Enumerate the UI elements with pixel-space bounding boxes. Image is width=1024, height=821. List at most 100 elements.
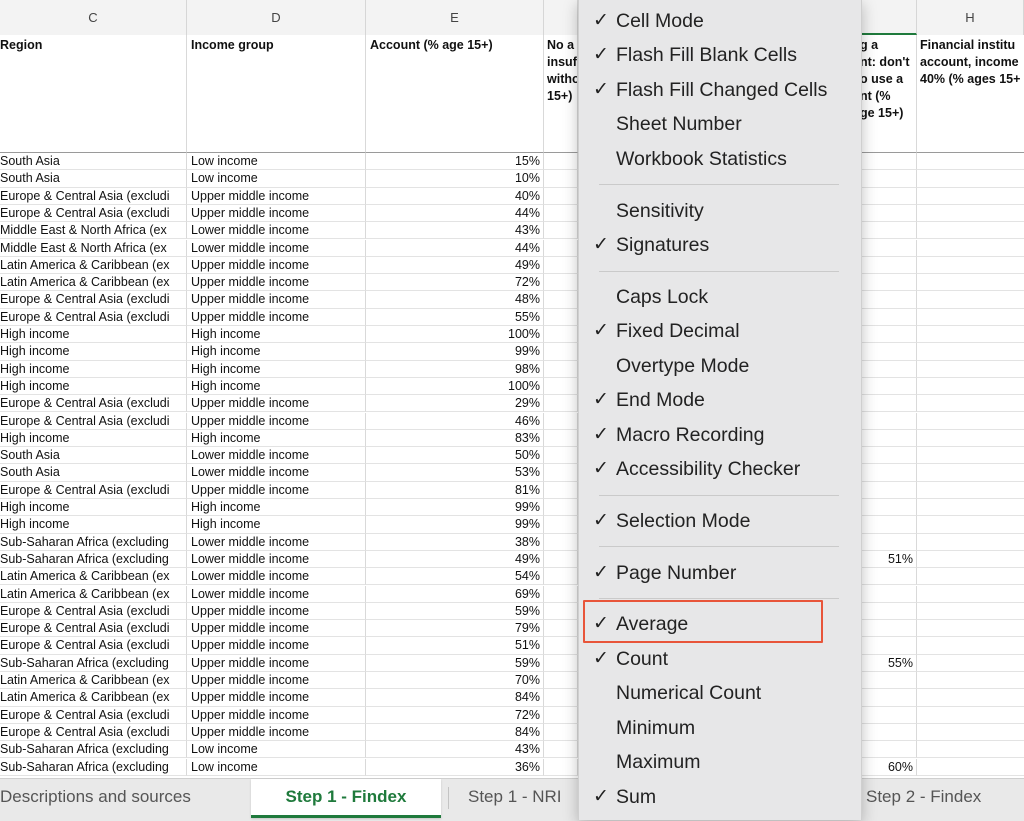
region-cell[interactable]: Latin America & Caribbean (ex [0,585,187,603]
account-cell[interactable]: 72% [366,274,544,292]
menu-item-accessibility-checker[interactable]: ✓ Accessibility Checker [579,452,861,486]
income-group-cell[interactable]: Upper middle income [187,412,366,430]
financial-institution-cell[interactable] [917,689,1024,707]
account-cell[interactable]: 99% [366,516,544,534]
region-cell[interactable]: Sub-Saharan Africa (excluding [0,758,187,776]
financial-institution-cell[interactable] [917,170,1024,188]
value-cell[interactable] [860,637,917,655]
income-group-cell[interactable]: Upper middle income [187,256,366,275]
income-group-cell[interactable]: Low income [187,153,366,171]
region-cell[interactable]: Sub-Saharan Africa (excluding [0,741,187,759]
financial-institution-cell[interactable] [917,240,1024,257]
income-group-cell[interactable]: Lower middle income [187,464,366,482]
financial-institution-cell[interactable] [917,672,1024,690]
region-cell[interactable]: High income [0,360,187,378]
financial-institution-cell[interactable] [917,759,1024,776]
income-group-cell[interactable]: High income [187,499,366,517]
account-cell[interactable]: 69% [366,585,544,603]
income-group-cell[interactable]: Upper middle income [187,602,366,621]
region-cell[interactable]: South Asia [0,447,187,465]
region-cell[interactable]: Europe & Central Asia (excludi [0,620,187,638]
account-cell[interactable]: 59% [366,654,544,672]
value-cell[interactable] [860,620,917,638]
value-cell[interactable] [860,256,917,275]
no-account-cell[interactable] [544,170,578,188]
region-cell[interactable]: South Asia [0,170,187,188]
menu-item-overtype-mode[interactable]: Overtype Mode [579,349,861,383]
income-group-cell[interactable]: Lower middle income [187,222,366,240]
value-cell[interactable]: 60% [860,758,917,776]
menu-item-minimum[interactable]: Minimum [579,711,861,745]
region-cell[interactable]: Europe & Central Asia (excludi [0,602,187,621]
no-account-cell[interactable] [544,360,578,378]
financial-institution-cell[interactable] [917,482,1024,499]
menu-item-macro-recording[interactable]: ✓ Macro Recording [579,418,861,452]
value-cell[interactable] [860,222,917,240]
income-group-cell[interactable]: Low income [187,758,366,776]
account-cell[interactable]: 99% [366,343,544,361]
account-cell[interactable]: 81% [366,481,544,499]
financial-institution-cell[interactable] [917,188,1024,205]
account-cell[interactable]: 79% [366,620,544,638]
region-cell[interactable]: High income [0,429,187,448]
account-cell[interactable]: 48% [366,291,544,309]
column-header-e[interactable]: E [366,0,544,35]
value-cell[interactable] [860,447,917,465]
income-group-cell[interactable]: Upper middle income [187,689,366,707]
value-cell[interactable] [860,412,917,430]
income-group-cell[interactable]: High income [187,377,366,396]
no-account-cell[interactable] [544,654,578,672]
no-account-cell[interactable] [544,326,578,344]
financial-institution-cell[interactable] [917,257,1024,275]
value-cell[interactable]: 51% [860,550,917,569]
region-cell[interactable]: Europe & Central Asia (excludi [0,412,187,430]
financial-institution-cell[interactable] [917,153,1024,171]
income-group-cell[interactable]: Upper middle income [187,395,366,413]
region-cell[interactable]: Sub-Saharan Africa (excluding [0,550,187,569]
account-cell[interactable]: 36% [366,758,544,776]
region-cell[interactable]: High income [0,377,187,396]
region-cell[interactable]: Europe & Central Asia (excludi [0,637,187,655]
value-cell[interactable] [860,274,917,292]
income-group-cell[interactable]: Lower middle income [187,568,366,586]
header-cell-region[interactable]: Region [0,35,187,153]
no-account-cell[interactable] [544,741,578,759]
financial-institution-cell[interactable] [917,413,1024,430]
account-cell[interactable]: 40% [366,187,544,205]
menu-item-page-number[interactable]: ✓ Page Number [579,556,861,590]
column-header-h[interactable]: H [917,0,1024,35]
value-cell[interactable] [860,170,917,188]
menu-item-selection-mode[interactable]: ✓ Selection Mode [579,504,861,538]
menu-item-fixed-decimal[interactable]: ✓ Fixed Decimal [579,314,861,348]
tab-step1-nri[interactable]: Step 1 - NRI [468,779,578,815]
header-cell-partial[interactable]: g a nt: don't o use a nt (% ge 15+) [860,35,917,153]
no-account-cell[interactable] [544,637,578,655]
value-cell[interactable] [860,429,917,448]
menu-item-sensitivity[interactable]: Sensitivity [579,194,861,228]
income-group-cell[interactable]: High income [187,360,366,378]
financial-institution-cell[interactable] [917,586,1024,603]
income-group-cell[interactable]: High income [187,429,366,448]
tab-step2-findex[interactable]: Step 2 - Findex [866,779,1024,815]
value-cell[interactable] [860,360,917,378]
region-cell[interactable]: High income [0,326,187,344]
column-header-g[interactable] [860,0,917,35]
value-cell[interactable] [860,377,917,396]
value-cell[interactable] [860,706,917,724]
value-cell[interactable] [860,481,917,499]
value-cell[interactable] [860,343,917,361]
no-account-cell[interactable] [544,256,578,275]
account-cell[interactable]: 49% [366,256,544,275]
account-cell[interactable]: 50% [366,447,544,465]
financial-institution-cell[interactable] [917,568,1024,586]
no-account-cell[interactable] [544,499,578,517]
region-cell[interactable]: Latin America & Caribbean (ex [0,568,187,586]
menu-item-flash-fill-changed-cells[interactable]: ✓ Flash Fill Changed Cells [579,73,861,107]
income-group-cell[interactable]: Lower middle income [187,533,366,551]
no-account-cell[interactable] [544,447,578,465]
account-cell[interactable]: 100% [366,326,544,344]
value-cell[interactable] [860,326,917,344]
header-cell-account[interactable]: Account (% age 15+) [366,35,544,153]
financial-institution-cell[interactable] [917,361,1024,378]
income-group-cell[interactable]: Upper middle income [187,706,366,724]
